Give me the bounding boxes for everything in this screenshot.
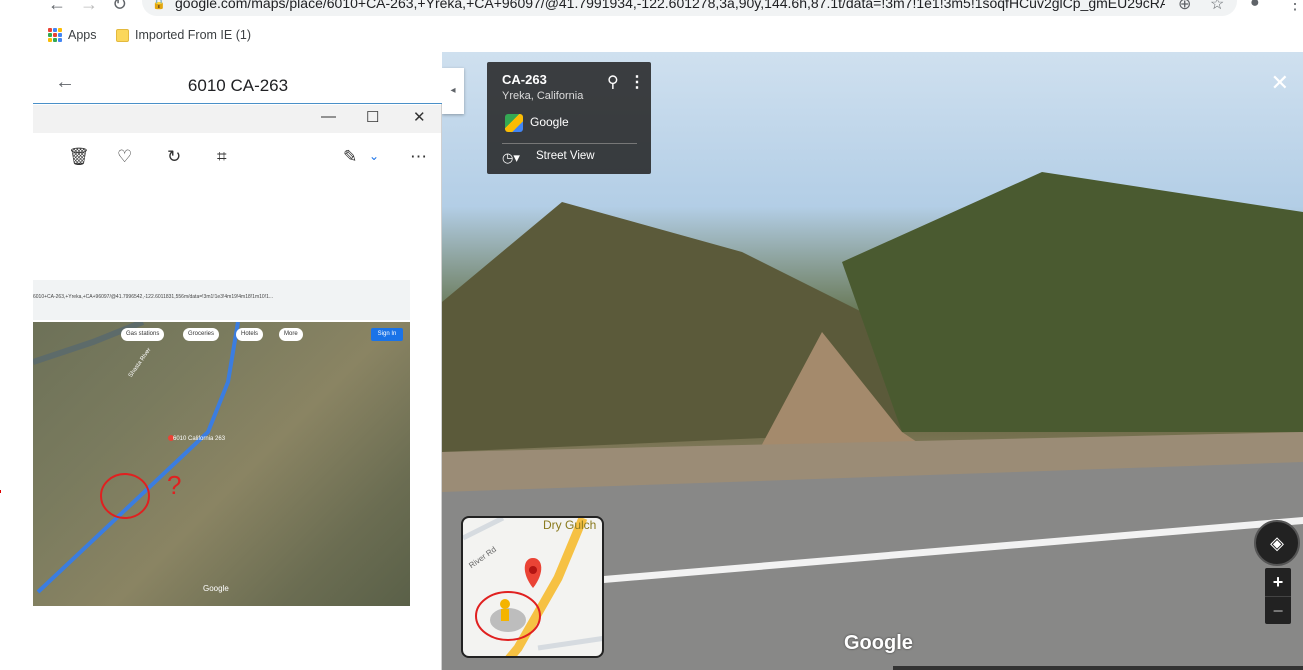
crop-icon[interactable]: ⌗ [217,148,227,165]
close-icon[interactable]: ✕ [1271,72,1289,94]
bookmark-imported-label: Imported From IE (1) [135,28,251,42]
more-icon[interactable]: ⋯ [410,148,427,165]
compass-icon[interactable]: ◈ [1254,520,1300,566]
place-header: ← 6010 CA-263 [33,52,442,104]
collapse-panel-button[interactable]: ◂ [442,68,464,114]
embedded-browser-bar: 6010+CA-263,+Yreka,+CA+96097/@41.7996542… [33,280,410,320]
photo-window-titlebar: — ☐ ✕ [33,105,441,133]
card-subtitle: Yreka, California [502,90,584,102]
apps-grid-icon [48,28,62,42]
street-view-label: Street View [536,150,595,162]
annotation-dot [0,490,1,493]
pin-icon[interactable]: ⚲ [607,72,619,92]
reload-icon[interactable]: ↻ [112,0,127,15]
edit-icon[interactable]: ✎ [343,148,357,165]
star-icon[interactable]: ☆ [1210,0,1224,14]
folder-icon [116,28,129,42]
sign-in-button[interactable]: Sign In [371,328,403,341]
profile-icon[interactable]: ● [1250,0,1260,12]
back-icon[interactable]: ← [48,0,66,15]
mini-map-drawing [463,518,602,656]
place-title: 6010 CA-263 [187,76,289,95]
embedded-google-watermark: Google [203,584,229,593]
back-arrow-icon[interactable]: ← [55,72,75,92]
annotation-question: ? [167,470,182,500]
footer-strip [893,666,1303,670]
menu-icon[interactable]: ⋮ [1287,0,1303,14]
bookmark-apps[interactable]: Apps [48,26,97,44]
place-label: 6010 California 263 [173,436,226,442]
google-watermark: Google [844,632,913,654]
street-view[interactable]: ◂ CA-263 Yreka, California ⚲ ⋮ Google ◷▾… [442,52,1303,670]
place-panel: ← 6010 CA-263 — ☐ ✕ 🗑 ♡ ↻ ⌗ ✎ ⌄ ⋯ 6010+C… [33,52,442,670]
zoom-control: + − [1265,568,1291,624]
chip-gas[interactable]: Gas stations [121,328,165,341]
close-window-icon[interactable]: ✕ [413,108,426,126]
photo-toolbar: 🗑 ♡ ↻ ⌗ ✎ ⌄ ⋯ [33,140,441,176]
history-icon[interactable]: ◷▾ [502,150,520,166]
bookmarks-bar: Apps Imported From IE (1) [0,20,1303,50]
location-card: CA-263 Yreka, California ⚲ ⋮ Google ◷▾ S… [487,62,651,174]
browser-toolbar: ← → ↻ 🔒 google.com/maps/place/6010+CA-26… [0,0,1303,20]
google-maps-logo-icon [505,114,523,132]
embedded-url: 6010+CA-263,+Yreka,+CA+96097/@41.7996542… [33,294,274,300]
more-vert-icon[interactable]: ⋮ [629,72,645,92]
forward-icon[interactable]: → [80,0,98,15]
install-icon[interactable]: ⊕ [1178,0,1191,14]
chip-groceries[interactable]: Groceries [183,328,220,341]
chevron-down-icon[interactable]: ⌄ [369,150,379,162]
card-provider: Google [530,115,569,129]
lock-icon: 🔒 [152,0,166,10]
bookmark-apps-label: Apps [68,28,97,42]
mini-map-label-dry: Dry Gulch [543,518,597,532]
map-overlay [33,322,240,594]
rotate-icon[interactable]: ↻ [167,148,181,165]
card-title: CA-263 [502,72,547,87]
bookmark-imported[interactable]: Imported From IE (1) [116,26,251,44]
zoom-in-button[interactable]: + [1265,568,1291,596]
favorite-icon[interactable]: ♡ [117,148,132,165]
satellite-map: Gas stations Groceries Hotels More Sign … [33,322,410,606]
delete-icon[interactable]: 🗑 [68,148,90,165]
chip-hotels[interactable]: Hotels [236,328,264,341]
card-divider [502,143,637,144]
chip-more[interactable]: More [279,328,303,341]
zoom-out-button[interactable]: − [1265,596,1291,624]
embedded-screenshot: 6010+CA-263,+Yreka,+CA+96097/@41.7996542… [33,280,410,606]
url-text[interactable]: google.com/maps/place/6010+CA-263,+Yreka… [175,0,1165,11]
mini-map[interactable]: Dry Gulch River Rd [461,516,604,658]
maximize-icon[interactable]: ☐ [366,108,379,126]
minimize-icon[interactable]: — [321,108,336,125]
